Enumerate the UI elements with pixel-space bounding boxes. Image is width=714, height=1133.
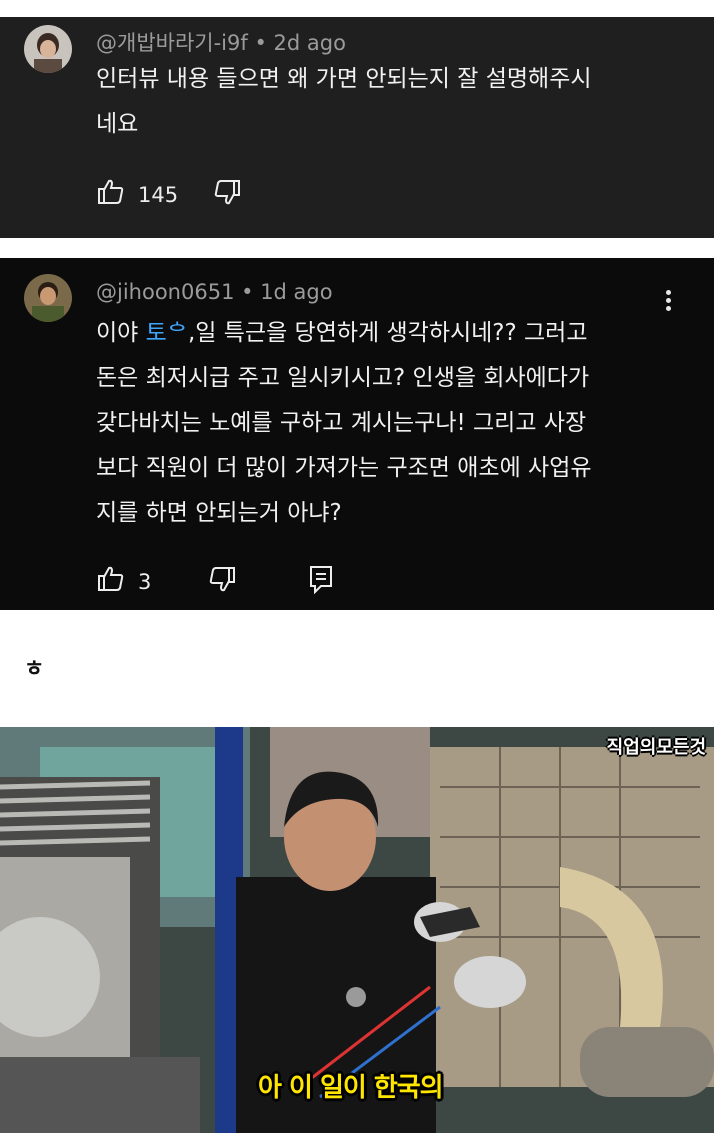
meta-separator: • [254,31,274,55]
like-count: 3 [138,569,152,594]
comment-text: 이야 토ᅌ,일 특근을 당연하게 생각하시네?? 그러고 돈은 최저시급 주고 … [96,311,686,536]
comment-meta: @jihoon0651 • 1d ago [96,280,333,304]
video-subtitle: 아 이 일이 한국의 [258,1073,444,1103]
comment-handle[interactable]: @jihoon0651 [96,280,234,304]
avatar[interactable] [24,25,72,73]
comment-line: 돈은 최저시급 주고 일시키시고? 인생을 회사에다가 [96,365,590,391]
comment-actions: 145 [96,177,242,212]
comment-text: 인터뷰 내용 들으면 왜 가면 안되는지 잘 설명해주시 네요 [96,57,686,147]
meta-separator: • [241,280,261,304]
comment-time: 1d ago [260,280,333,304]
comment-line: 이야 토ᅌ,일 특근을 당연하게 생각하시네?? 그러고 [96,311,686,356]
reply-icon[interactable] [307,564,335,599]
comment-line-rest: ,일 특근을 당연하게 생각하시네?? 그러고 [187,320,588,346]
comment-line: 갖다바치는 노예를 구하고 계시는구나! 그리고 사장 [96,410,587,436]
comment-handle[interactable]: @개밥바라기-i9f [96,31,248,55]
video-frame[interactable]: 직업의모든것 아 이 일이 한국의 [0,727,714,1133]
comment-line-prefix: 이야 [96,320,146,346]
comment-line: 인터뷰 내용 들으면 왜 가면 안되는지 잘 설명해주시 [96,66,592,92]
more-icon[interactable] [666,287,674,314]
like-count: 145 [138,182,179,207]
dislike-icon[interactable] [207,564,237,599]
like-icon[interactable] [96,177,126,212]
comment-card: @jihoon0651 • 1d ago 이야 토ᅌ,일 특근을 당연하게 생각… [0,258,714,610]
comment-line: 네요 [96,111,139,137]
comment-card: @개밥바라기-i9f • 2d ago 인터뷰 내용 들으면 왜 가면 안되는지… [0,17,714,238]
channel-watermark: 직업의모든것 [606,737,706,758]
comment-time: 2d ago [273,31,346,55]
comment-meta: @개밥바라기-i9f • 2d ago [96,27,346,57]
comment-actions: 3 [96,564,335,599]
comment-line: 지를 하면 안되는거 아냐? [96,500,342,526]
avatar[interactable] [24,274,72,322]
like-icon[interactable] [96,564,126,599]
dislike-icon[interactable] [212,177,242,212]
comment-line: 보다 직원이 더 많이 가져가는 구조면 애초에 사업유 [96,455,592,481]
mention-link[interactable]: 토ᅌ [146,320,188,346]
separator-text: ㅎ [24,657,45,682]
